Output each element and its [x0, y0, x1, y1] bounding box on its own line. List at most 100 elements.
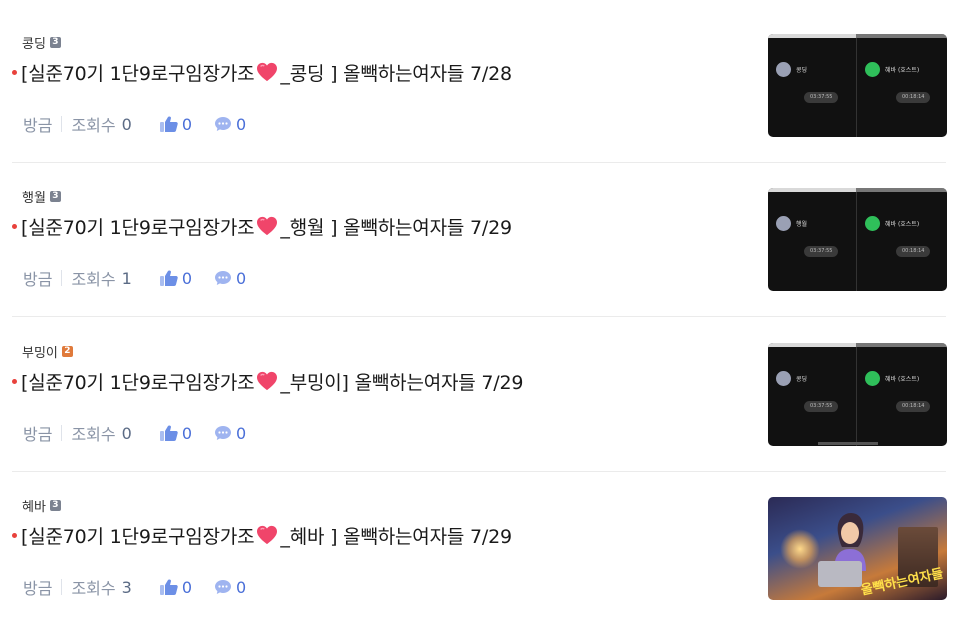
comment-bubble-icon — [215, 117, 231, 131]
heart-emoji-icon — [257, 371, 278, 391]
call-timer: 00:18:14 — [896, 246, 931, 257]
new-dot-icon — [12, 69, 17, 75]
post-title[interactable]: [실준70기 1단9로구임장가조 _행월 ] 올빽하는여자들 7/29 — [12, 212, 512, 240]
level-badge: 3 — [49, 36, 61, 48]
heart-emoji-icon — [257, 525, 278, 545]
new-dot-icon — [12, 532, 17, 538]
call-tile-right: 혜바 (호스트) — [865, 216, 919, 231]
thumbs-up-icon — [159, 116, 178, 132]
views-count: 0 — [121, 114, 132, 134]
like-button[interactable]: 0 — [159, 268, 192, 288]
meta-row: 방금 조회수 0 0 0 — [23, 423, 268, 445]
title-suffix: _행월 ] 올빽하는여자들 7/29 — [280, 216, 512, 239]
post-item[interactable]: 행월 3 [실준70기 1단9로구임장가조 _행월 ] 올빽하는여자들 7/29… — [12, 187, 947, 318]
author-name[interactable]: 행월 — [22, 187, 46, 206]
row-divider — [12, 162, 946, 163]
level-badge: 3 — [49, 499, 61, 511]
post-thumbnail[interactable]: 콩딩 혜바 (호스트) 03:37:55 00:18:14 — [768, 34, 947, 137]
author-row: 행월 3 — [22, 187, 61, 206]
tile-name: 혜바 (호스트) — [885, 376, 920, 383]
comment-bubble-icon — [215, 426, 231, 440]
board-name: 방금 — [23, 116, 53, 135]
comment-button[interactable]: 0 — [214, 115, 246, 134]
post-title[interactable]: [실준70기 1단9로구임장가조 _부밍이] 올빽하는여자들 7/29 — [12, 367, 523, 395]
divider — [61, 579, 63, 595]
call-tile-right: 혜바 (호스트) — [865, 371, 919, 386]
post-thumbnail[interactable]: 행월 혜바 (호스트) 03:37:55 00:18:14 — [768, 188, 947, 291]
like-count: 0 — [181, 423, 192, 443]
post-title[interactable]: [실준70기 1단9로구임장가조 _혜바 ] 올빽하는여자들 7/29 — [12, 521, 512, 549]
comment-bubble-icon — [215, 580, 231, 594]
new-dot-icon — [12, 378, 17, 384]
new-dot-icon — [12, 223, 17, 229]
board-name: 방금 — [23, 579, 53, 598]
like-button[interactable]: 0 — [159, 423, 192, 443]
post-thumbnail[interactable]: 콩딩 혜바 (호스트) 03:37:55 00:18:14 — [768, 343, 947, 446]
like-button[interactable]: 0 — [159, 114, 192, 134]
comment-count: 0 — [236, 114, 247, 134]
author-name[interactable]: 혜바 — [22, 496, 46, 515]
progress-bar — [818, 442, 878, 445]
avatar — [776, 371, 791, 386]
post-item[interactable]: 혜바 3 [실준70기 1단9로구임장가조 _혜바 ] 올빽하는여자들 7/29… — [12, 496, 947, 627]
divider — [61, 116, 63, 132]
thumb-divider — [856, 38, 857, 137]
views-count: 3 — [121, 577, 132, 597]
views-label: 조회수 — [71, 425, 116, 444]
title-prefix: [실준70기 1단9로구임장가조 — [21, 371, 255, 394]
like-count: 0 — [181, 114, 192, 134]
call-tile-left: 콩딩 — [776, 371, 807, 386]
author-name[interactable]: 콩딩 — [22, 33, 46, 52]
views-label: 조회수 — [71, 270, 116, 289]
title-suffix: _혜바 ] 올빽하는여자들 7/29 — [280, 525, 512, 548]
thumb-strip — [856, 188, 947, 192]
avatar — [865, 216, 880, 231]
row-divider — [12, 471, 946, 472]
tile-name: 콩딩 — [796, 67, 808, 74]
tile-name: 콩딩 — [796, 376, 808, 383]
comment-button[interactable]: 0 — [214, 424, 246, 443]
avatar — [776, 62, 791, 77]
post-title[interactable]: [실준70기 1단9로구임장가조 _콩딩 ] 올빽하는여자들 7/28 — [12, 58, 512, 86]
post-thumbnail[interactable]: 올빽하는여자들 — [768, 497, 947, 600]
comment-bubble-icon — [215, 271, 231, 285]
views-label: 조회수 — [71, 579, 116, 598]
call-timer: 03:37:55 — [804, 401, 839, 412]
board-name: 방금 — [23, 425, 53, 444]
author-row: 혜바 3 — [22, 496, 61, 515]
comment-button[interactable]: 0 — [214, 269, 246, 288]
row-divider — [12, 316, 946, 317]
thumbs-up-icon — [159, 579, 178, 595]
tile-name: 혜바 (호스트) — [885, 67, 920, 74]
tile-name: 혜바 (호스트) — [885, 221, 920, 228]
thumbs-up-icon — [159, 425, 178, 441]
call-tile-left: 행월 — [776, 216, 807, 231]
avatar — [865, 62, 880, 77]
views-count: 0 — [121, 423, 132, 443]
comment-button[interactable]: 0 — [214, 578, 246, 597]
like-count: 0 — [181, 268, 192, 288]
comment-count: 0 — [236, 423, 247, 443]
lamp-glow — [780, 529, 820, 569]
avatar — [865, 371, 880, 386]
meta-row: 방금 조회수 0 0 0 — [23, 114, 268, 136]
author-row: 콩딩 3 — [22, 33, 61, 52]
thumb-strip — [856, 34, 947, 38]
title-suffix: _부밍이] 올빽하는여자들 7/29 — [280, 371, 524, 394]
call-tile-left: 콩딩 — [776, 62, 807, 77]
level-badge: 2 — [61, 345, 73, 357]
views-label: 조회수 — [71, 116, 116, 135]
post-item[interactable]: 부밍이 2 [실준70기 1단9로구임장가조 _부밍이] 올빽하는여자들 7/2… — [12, 342, 947, 473]
call-tile-right: 혜바 (호스트) — [865, 62, 919, 77]
like-count: 0 — [181, 577, 192, 597]
meta-row: 방금 조회수 3 0 0 — [23, 577, 268, 599]
divider — [61, 270, 63, 286]
level-badge: 3 — [49, 190, 61, 202]
call-timer: 03:37:55 — [804, 92, 839, 103]
thumbs-up-icon — [159, 270, 178, 286]
title-prefix: [실준70기 1단9로구임장가조 — [21, 525, 255, 548]
meta-row: 방금 조회수 1 0 0 — [23, 268, 268, 290]
author-name[interactable]: 부밍이 — [22, 342, 58, 361]
like-button[interactable]: 0 — [159, 577, 192, 597]
post-item[interactable]: 콩딩 3 [실준70기 1단9로구임장가조 _콩딩 ] 올빽하는여자들 7/28… — [12, 33, 947, 164]
